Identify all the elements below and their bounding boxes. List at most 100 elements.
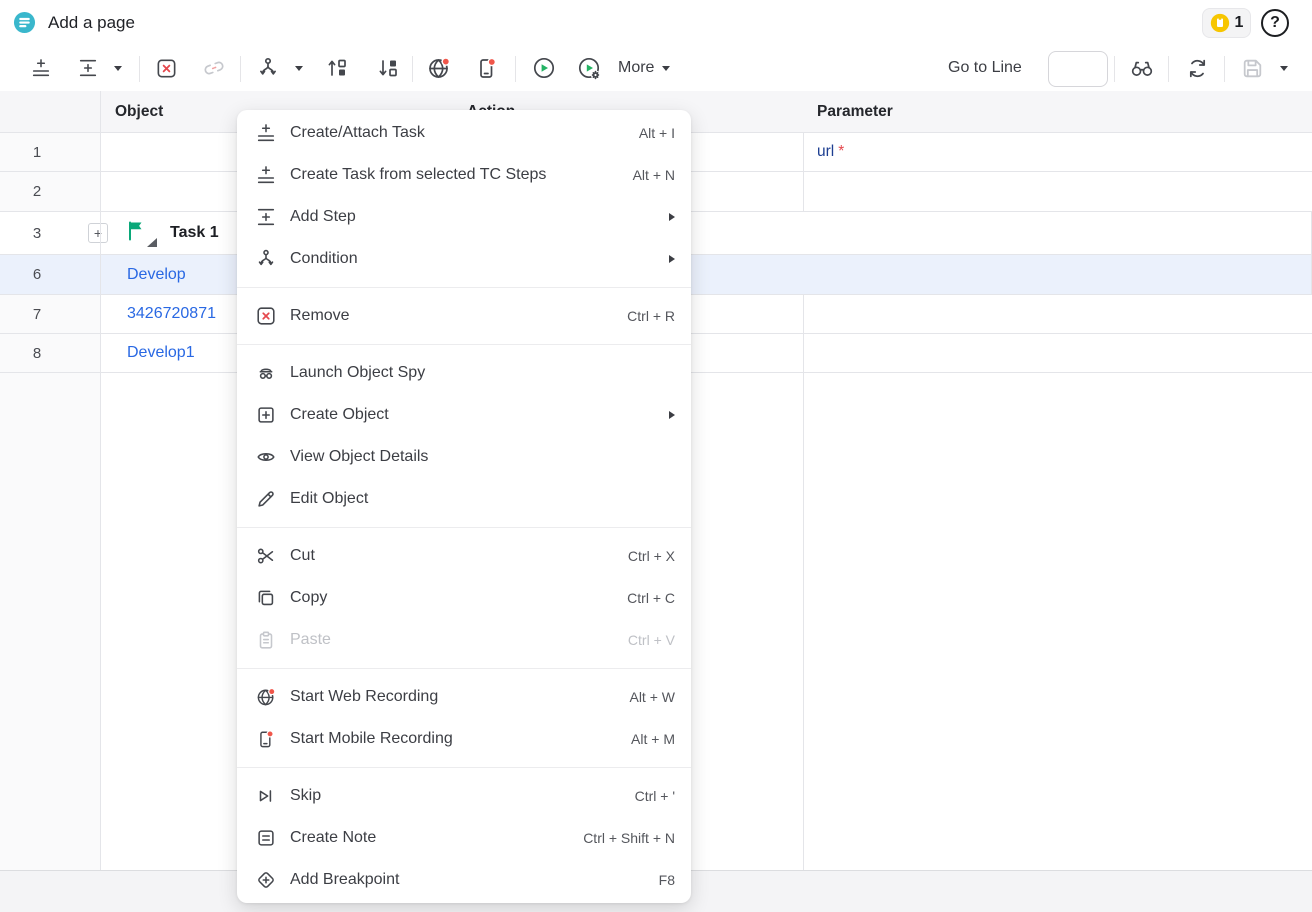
menu-item-view-object-details[interactable]: View Object Details: [237, 436, 691, 478]
condition-icon: [256, 56, 280, 80]
row-number: 1: [24, 133, 50, 171]
row-number: 7: [24, 295, 50, 333]
add-step-icon: [77, 57, 99, 79]
menu-item-create-attach-task[interactable]: Create/Attach Task Alt + I: [237, 112, 691, 154]
titlebar: Add a page 1 ?: [0, 0, 1312, 47]
column-header-parameter[interactable]: Parameter: [817, 91, 893, 133]
toolbar-separator: [412, 56, 413, 82]
move-down-button[interactable]: [371, 48, 405, 88]
paste-icon: [255, 629, 277, 651]
menu-item-start-mobile-recording[interactable]: Start Mobile Recording Alt + M: [237, 718, 691, 760]
create-object-icon: [255, 404, 277, 426]
submenu-arrow-icon: [669, 255, 675, 263]
parameter-url-link[interactable]: url: [817, 143, 834, 161]
refresh-icon: [1185, 56, 1210, 81]
breakpoint-icon: [255, 869, 277, 891]
add-step-dropdown[interactable]: [110, 48, 126, 88]
required-asterisk: *: [838, 143, 844, 161]
menu-item-start-web-recording[interactable]: Start Web Recording Alt + W: [237, 676, 691, 718]
create-attach-task-icon: [255, 122, 277, 144]
task-expanded-caret[interactable]: [147, 238, 157, 247]
chevron-down-icon: [114, 66, 122, 71]
play-icon: [531, 55, 557, 81]
broken-link-icon: [202, 56, 226, 80]
mobile-recording-button[interactable]: [470, 48, 504, 88]
web-recording-button[interactable]: [422, 48, 456, 88]
toolbar-separator: [1168, 56, 1169, 82]
condition-dropdown[interactable]: [291, 48, 307, 88]
column-divider: [803, 91, 804, 870]
menu-item-condition[interactable]: Condition: [237, 238, 691, 280]
object-link[interactable]: 3426720871: [127, 295, 216, 333]
menu-item-paste[interactable]: Paste Ctrl + V: [237, 619, 691, 661]
chevron-down-icon: [662, 66, 670, 71]
condition-button[interactable]: [251, 48, 285, 88]
toolbar-separator: [1114, 56, 1115, 82]
toolbar: More Go to Line: [0, 46, 1312, 92]
pencil-icon: [255, 488, 277, 510]
web-record-icon: [426, 55, 452, 81]
remove-icon: [155, 57, 178, 80]
menu-item-skip[interactable]: Skip Ctrl + ': [237, 775, 691, 817]
task-name[interactable]: Task 1: [170, 212, 219, 254]
scissors-icon: [255, 545, 277, 567]
goto-line-label: Go to Line: [948, 48, 1022, 88]
menu-separator: [237, 767, 691, 768]
toolbar-separator: [139, 56, 140, 82]
move-up-icon: [325, 56, 349, 80]
object-link[interactable]: Develop: [127, 255, 186, 294]
column-header-object[interactable]: Object: [115, 91, 163, 133]
row-number: 8: [24, 334, 50, 372]
save-dropdown[interactable]: [1276, 48, 1292, 88]
menu-item-create-task-from-steps[interactable]: Create Task from selected TC Steps Alt +…: [237, 154, 691, 196]
menu-separator: [237, 668, 691, 669]
context-menu: Create/Attach Task Alt + I Create Task f…: [237, 110, 691, 903]
row-number: 3: [24, 212, 50, 254]
chevron-down-icon: [1280, 66, 1288, 71]
unsaved-changes-badge[interactable]: 1: [1202, 8, 1251, 38]
help-button[interactable]: ?: [1261, 9, 1289, 37]
binoculars-icon: [1129, 55, 1155, 81]
menu-separator: [237, 287, 691, 288]
debug-play-icon: [576, 55, 603, 82]
create-attach-task-icon: [30, 57, 52, 79]
badge-count: 1: [1235, 14, 1244, 32]
more-button[interactable]: More: [618, 48, 670, 88]
refresh-button[interactable]: [1180, 48, 1214, 88]
save-button[interactable]: [1235, 48, 1269, 88]
skip-icon: [255, 785, 277, 807]
add-step-button[interactable]: [71, 48, 105, 88]
page-title: Add a page: [48, 0, 135, 46]
menu-item-copy[interactable]: Copy Ctrl + C: [237, 577, 691, 619]
goto-line-input[interactable]: [1048, 51, 1108, 87]
move-up-button[interactable]: [320, 48, 354, 88]
menu-item-remove[interactable]: Remove Ctrl + R: [237, 295, 691, 337]
more-label: More: [618, 59, 654, 77]
row-number: 2: [24, 172, 50, 211]
object-spy-icon: [255, 362, 277, 384]
menu-item-edit-object[interactable]: Edit Object: [237, 478, 691, 520]
create-attach-task-button[interactable]: [24, 48, 58, 88]
task-flag-icon: [127, 221, 144, 241]
menu-item-launch-object-spy[interactable]: Launch Object Spy: [237, 352, 691, 394]
run-button[interactable]: [527, 48, 561, 88]
menu-item-add-step[interactable]: Add Step: [237, 196, 691, 238]
find-button[interactable]: [1125, 48, 1159, 88]
debug-run-button[interactable]: [572, 48, 606, 88]
toolbar-separator: [1224, 56, 1225, 82]
save-icon: [1240, 56, 1265, 81]
toolbar-separator: [240, 56, 241, 82]
menu-separator: [237, 344, 691, 345]
mobile-record-icon: [255, 728, 277, 750]
object-link[interactable]: Develop1: [127, 334, 195, 372]
menu-item-cut[interactable]: Cut Ctrl + X: [237, 535, 691, 577]
expand-task-button[interactable]: +: [88, 223, 108, 243]
eye-icon: [255, 446, 277, 468]
unlink-button[interactable]: [197, 48, 231, 88]
menu-item-add-breakpoint[interactable]: Add Breakpoint F8: [237, 859, 691, 901]
menu-item-create-note[interactable]: Create Note Ctrl + Shift + N: [237, 817, 691, 859]
note-icon: [255, 827, 277, 849]
menu-item-create-object[interactable]: Create Object: [237, 394, 691, 436]
create-task-from-steps-icon: [255, 164, 277, 186]
remove-button[interactable]: [149, 48, 183, 88]
